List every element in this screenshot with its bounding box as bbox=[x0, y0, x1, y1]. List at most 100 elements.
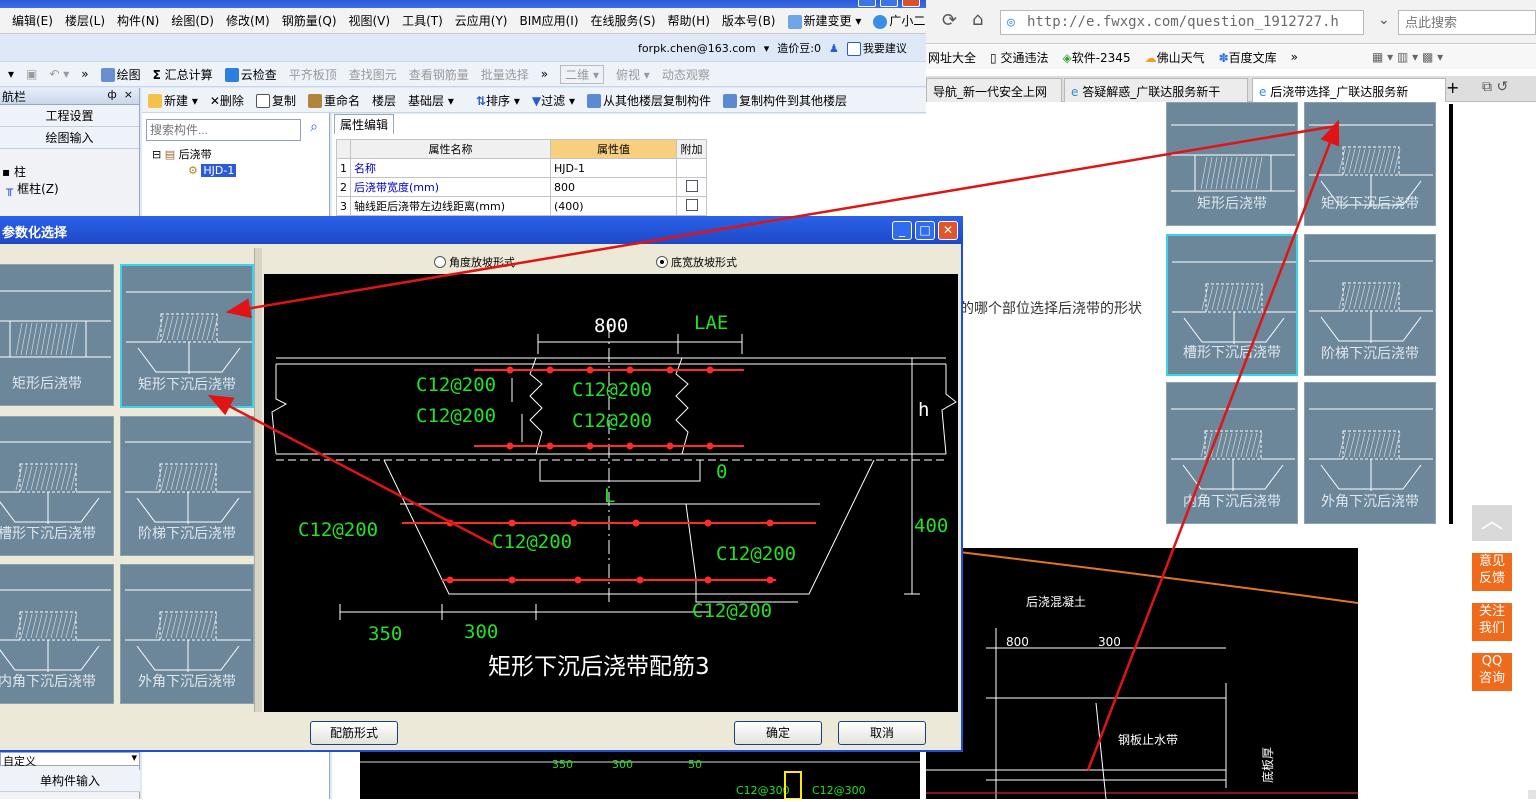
project-settings-button[interactable]: 工程设置 bbox=[0, 105, 139, 127]
web-thumb-0[interactable]: 矩形后浇带 bbox=[1166, 102, 1298, 226]
search-icon[interactable]: ⌕ bbox=[303, 119, 325, 141]
back-to-top-button[interactable]: ︿ bbox=[1472, 505, 1512, 541]
collapse-icon[interactable]: ⊟ bbox=[152, 148, 161, 161]
scrollbar[interactable] bbox=[1528, 790, 1536, 799]
sort-button[interactable]: ⇅排序 ▾ bbox=[476, 92, 520, 109]
dialog-thumb-2[interactable]: 槽形下沉后浇带 bbox=[0, 416, 114, 556]
browser-tab[interactable]: 导航_新一代安全上网 bbox=[926, 78, 1062, 102]
menu-view[interactable]: 视图(V) bbox=[349, 12, 391, 29]
menu-cloud[interactable]: 云应用(Y) bbox=[455, 12, 508, 29]
refresh-icon[interactable]: ⟳ bbox=[942, 10, 957, 31]
maximize-button[interactable] bbox=[880, 0, 898, 7]
panel-close-icon[interactable]: ф × bbox=[107, 88, 133, 101]
overflow-icon-2[interactable]: » bbox=[541, 67, 548, 81]
copy-button[interactable]: 复制 bbox=[255, 92, 296, 109]
menu-component[interactable]: 构件(N) bbox=[117, 12, 159, 29]
radio-bottom-width[interactable]: 底宽放坡形式 bbox=[656, 254, 737, 270]
web-thumb-3[interactable]: 阶梯下沉后浇带 bbox=[1304, 234, 1436, 376]
dialog-thumb-1[interactable]: 矩形下沉后浇带 bbox=[120, 264, 254, 408]
account-email[interactable]: forpk.chen@163.com bbox=[638, 42, 756, 55]
find-element-button[interactable]: 查找图元 bbox=[349, 66, 397, 83]
extra-checkbox[interactable] bbox=[685, 198, 698, 211]
dialog-thumb-0[interactable]: 矩形后浇带 bbox=[0, 264, 114, 406]
overflow-icon[interactable]: » bbox=[81, 67, 88, 81]
chevron-down-icon[interactable]: ⌄ bbox=[1378, 12, 1390, 28]
restore-tab-icon[interactable]: ⧉ ↺ bbox=[1482, 79, 1508, 95]
maximize-button[interactable]: □ bbox=[915, 221, 935, 240]
prop-value[interactable]: HJD-1 bbox=[550, 158, 677, 178]
bookmark-item[interactable]: ▯ 交通违法 bbox=[990, 49, 1048, 66]
new-tab-icon[interactable]: + bbox=[1446, 78, 1459, 97]
nav-item-frame-column[interactable]: ╥ 框柱(Z) bbox=[2, 180, 139, 197]
menu-draw[interactable]: 绘图(D) bbox=[171, 12, 214, 29]
prop-extra[interactable] bbox=[676, 177, 707, 197]
cancel-button[interactable]: 取消 bbox=[838, 721, 926, 745]
suggest-link[interactable]: 我要建议 bbox=[846, 40, 907, 56]
bell-icon[interactable]: ♟ bbox=[829, 42, 839, 55]
menu-floor[interactable]: 楼层(L) bbox=[65, 12, 105, 29]
bookmark-item[interactable]: ☁佛山天气 bbox=[1145, 49, 1205, 66]
flat-slab-button[interactable]: 平齐板顶 bbox=[289, 66, 337, 83]
menu-assistant[interactable]: 广小二 bbox=[873, 12, 925, 29]
draw-button[interactable]: 绘图 bbox=[100, 66, 141, 83]
overflow-icon[interactable]: » bbox=[1291, 50, 1298, 64]
table-row[interactable]: 2 后浇带宽度(mm) 800 bbox=[336, 177, 707, 197]
sum-button[interactable]: Σ 汇总计算 bbox=[153, 66, 213, 83]
tree-root[interactable]: ⊟ ▤ 后浇带 bbox=[152, 146, 236, 162]
view-rebar-button[interactable]: 查看钢筋量 bbox=[409, 66, 469, 83]
menu-help[interactable]: 帮助(H) bbox=[668, 12, 710, 29]
web-thumb-2[interactable]: 槽形下沉后浇带 bbox=[1166, 234, 1298, 376]
close-button[interactable]: ✕ bbox=[938, 221, 958, 240]
menu-version[interactable]: 版本号(B) bbox=[722, 12, 776, 29]
filter-button[interactable]: ▼过滤 ▾ bbox=[532, 92, 575, 109]
menu-bim[interactable]: BIM应用(I) bbox=[519, 12, 578, 29]
menu-online[interactable]: 在线服务(S) bbox=[591, 12, 656, 29]
tree-item-hjd1[interactable]: ⚙ HJD-1 bbox=[152, 164, 237, 177]
custom-select[interactable]: 自定义 ▾ bbox=[0, 751, 140, 768]
dialog-thumb-3[interactable]: 阶梯下沉后浇带 bbox=[120, 416, 254, 556]
prop-value[interactable]: 800 bbox=[550, 177, 677, 197]
view2d-select[interactable]: 二维 ▾ bbox=[560, 64, 604, 84]
browser-search-input[interactable] bbox=[1398, 10, 1536, 35]
copy-from-floor-button[interactable]: 从其他楼层复制构件 bbox=[587, 92, 711, 109]
rebar-form-button[interactable]: 配筋形式 bbox=[310, 721, 398, 745]
dialog-thumb-5[interactable]: 外角下沉后浇带 bbox=[120, 564, 254, 704]
home-icon[interactable]: ⌂ bbox=[972, 9, 983, 30]
save-icon[interactable]: ▣ bbox=[26, 67, 37, 81]
radio-angle[interactable]: 角度放坡形式 bbox=[434, 254, 515, 270]
draw-input-button[interactable]: 绘图输入 bbox=[0, 127, 139, 149]
single-input-button[interactable]: 单构件输入 bbox=[0, 770, 140, 792]
rename-button[interactable]: 重命名 bbox=[307, 92, 360, 109]
feedback-button[interactable]: 意见 反馈 bbox=[1472, 553, 1512, 591]
copy-to-floor-button[interactable]: 复制构件到其他楼层 bbox=[723, 92, 847, 109]
dialog-thumb-4[interactable]: 内角下沉后浇带 bbox=[0, 564, 114, 704]
browser-tab[interactable]: e 答疑解惑_广联达服务新干 bbox=[1064, 78, 1248, 102]
tab-properties[interactable]: 属性编辑 bbox=[334, 114, 394, 134]
delete-button[interactable]: ✕删除 bbox=[210, 92, 244, 109]
follow-button[interactable]: 关注 我们 bbox=[1472, 603, 1512, 641]
prop-value[interactable]: (400) bbox=[550, 196, 677, 216]
bookmark-item[interactable]: ◈软件-2345 bbox=[1062, 49, 1130, 66]
floor-select[interactable]: 基础层 ▾ bbox=[408, 92, 464, 109]
ok-button[interactable]: 确定 bbox=[734, 721, 822, 745]
undo-icon[interactable]: ↶ ▾ bbox=[49, 67, 69, 81]
menu-edit[interactable]: 编辑(E) bbox=[12, 12, 53, 29]
qq-button[interactable]: QQ 咨询 bbox=[1472, 653, 1512, 691]
address-bar[interactable]: ◎ http://e.fwxgx.com/question_1912727.h bbox=[1000, 10, 1364, 35]
web-thumb-5[interactable]: 外角下沉后浇带 bbox=[1304, 382, 1436, 524]
extra-checkbox[interactable] bbox=[685, 179, 698, 192]
dynamic-view-button[interactable]: 动态观察 bbox=[662, 66, 710, 83]
top-view-button[interactable]: 俯视 ▾ bbox=[616, 66, 650, 83]
menu-rebar[interactable]: 钢筋量(Q) bbox=[282, 12, 337, 29]
new-button[interactable]: 新建 ▾ bbox=[148, 92, 198, 109]
thumbnail-scrollbar[interactable] bbox=[254, 248, 262, 712]
browser-tab-active[interactable]: e 后浇带选择_广联达服务新 bbox=[1252, 78, 1446, 102]
web-thumb-4[interactable]: 内角下沉后浇带 bbox=[1166, 382, 1298, 524]
pin-icon[interactable]: ф bbox=[107, 88, 116, 101]
toolbar-icons[interactable]: ▦ ▾ ▥ ▾ ▩ ▾ bbox=[1372, 50, 1443, 64]
menu-new-change[interactable]: 新建变更 ▾ bbox=[787, 12, 861, 29]
dropdown-arrow-icon[interactable]: ▾ bbox=[8, 67, 14, 81]
close-button[interactable] bbox=[902, 0, 920, 7]
prop-extra[interactable] bbox=[676, 196, 707, 216]
minimize-button[interactable] bbox=[858, 0, 876, 7]
